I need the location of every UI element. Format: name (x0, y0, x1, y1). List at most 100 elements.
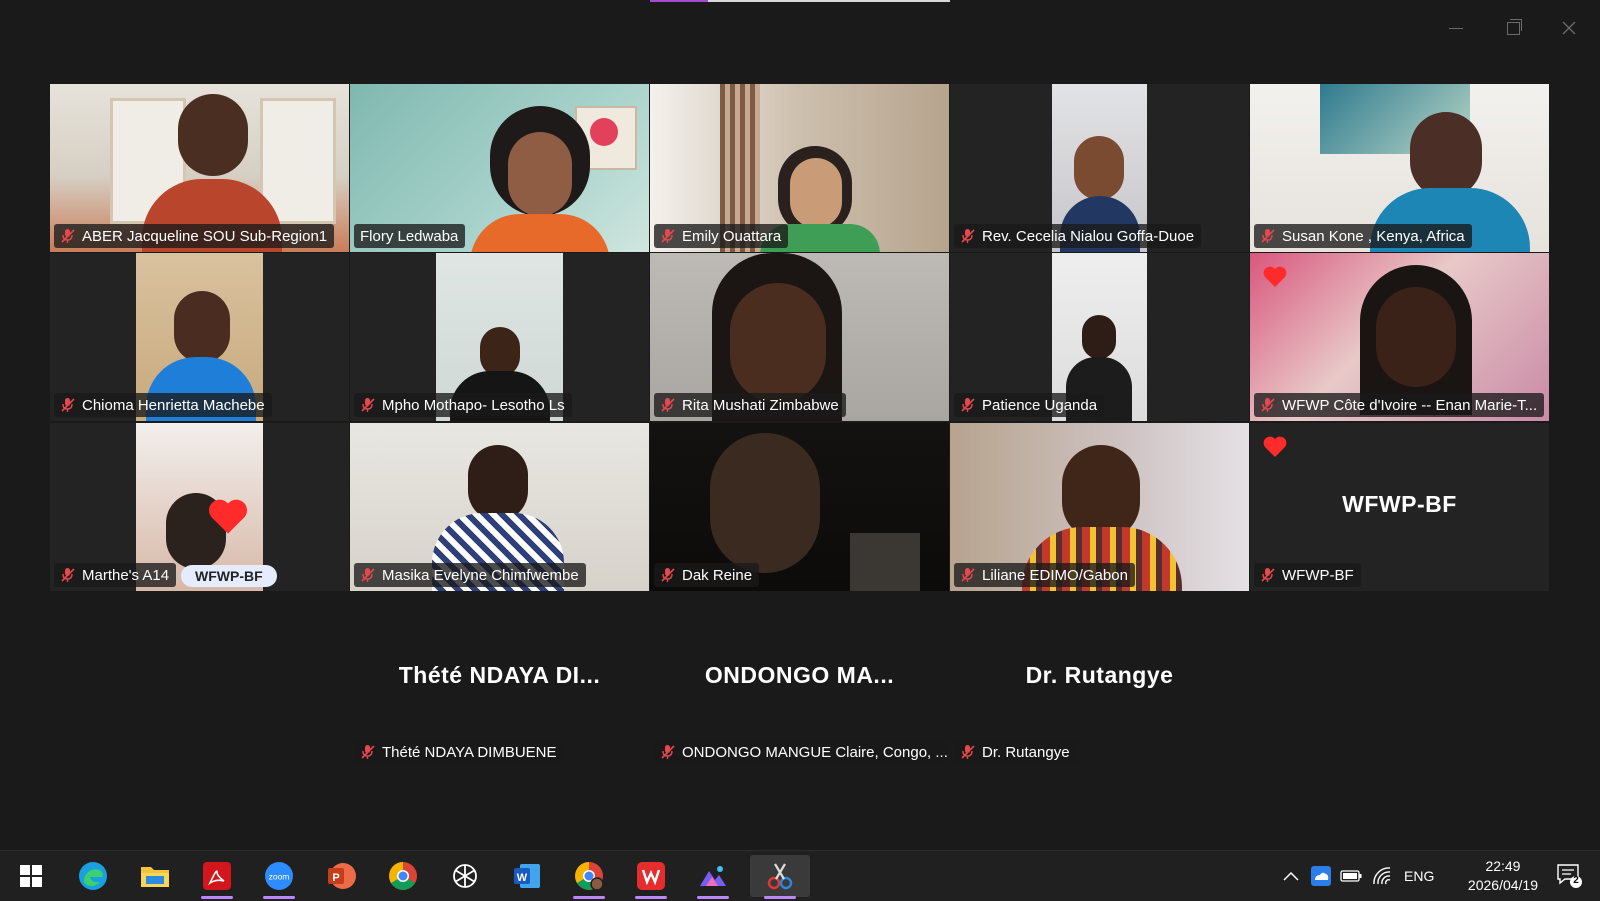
participant-tile[interactable]: ONDONGO MA... ONDONGO MANGUE Claire, Con… (650, 600, 949, 768)
participant-name-tag: Patience Uganda (954, 393, 1105, 417)
audio-only-row: Thété NDAYA DI... Thété NDAYA DIMBUENE O… (350, 600, 1250, 770)
taskbar-app-chatgpt[interactable] (440, 855, 490, 897)
taskbar-app-edge[interactable] (68, 855, 118, 897)
participant-tile[interactable]: WFWP Côte d'Ivoire -- Enan Marie-T... (1250, 253, 1549, 421)
participant-name-tag: Masika Evelyne Chimfwembe (354, 563, 586, 587)
participant-name-tag: Dr. Rutangye (954, 740, 1077, 764)
participant-tile[interactable]: Rev. Cecelia Nialou Goffa-Duoe (950, 84, 1249, 252)
chevron-up-icon (1283, 871, 1299, 881)
app-running-indicator (201, 896, 233, 899)
muted-mic-icon (61, 568, 75, 582)
participant-name-tag: Dak Reine (654, 563, 760, 587)
zoom-icon: zoom (265, 862, 293, 890)
snipping-tool-icon (767, 863, 793, 890)
minimize-button[interactable] (1440, 14, 1472, 42)
participant-name: WFWP-BF (1282, 566, 1354, 584)
participant-name-tag: Marthe's A14 (54, 563, 177, 587)
taskbar-app-file-explorer[interactable] (130, 855, 180, 897)
tray-network[interactable] (1372, 851, 1392, 901)
show-hidden-icons-button[interactable] (1283, 851, 1299, 901)
taskbar-app-snipping-tool[interactable] (750, 855, 810, 899)
participant-tile[interactable]: Liliane EDIMO/Gabon (950, 423, 1249, 591)
close-button[interactable] (1553, 14, 1585, 42)
edge-icon (79, 862, 107, 890)
participant-name: ABER Jacqueline SOU Sub-Region1 (82, 227, 328, 245)
battery-icon (1340, 870, 1362, 882)
svg-text:zoom: zoom (269, 872, 290, 882)
language-indicator[interactable]: ENG (1404, 851, 1434, 901)
participant-name: Dak Reine (682, 566, 753, 584)
muted-mic-icon (61, 229, 75, 243)
participant-name: Susan Kone , Kenya, Africa (1282, 227, 1465, 245)
participant-tile[interactable]: WFWP-BF WFWP-BF (1250, 423, 1549, 591)
participant-tile[interactable]: ABER Jacqueline SOU Sub-Region1 (50, 84, 349, 252)
taskbar-app-chrome[interactable] (378, 855, 428, 897)
participant-tile[interactable]: Marthe's A14 WFWP-BF (50, 423, 349, 591)
participant-tile-active-speaker[interactable]: Flory Ledwaba (350, 84, 649, 252)
muted-mic-icon (661, 229, 675, 243)
taskbar-app-powerpoint[interactable]: P (316, 855, 366, 897)
muted-mic-icon (661, 745, 675, 759)
gallery-grid: ABER Jacqueline SOU Sub-Region1 Flory Le… (50, 84, 1550, 592)
participant-name: Rita Mushati Zimbabwe (682, 396, 839, 414)
taskbar-clock[interactable]: 22:49 2026/04/19 (1468, 857, 1538, 895)
start-button[interactable] (6, 855, 56, 897)
participant-tile[interactable]: Rita Mushati Zimbabwe (650, 253, 949, 421)
participant-tile[interactable]: Thété NDAYA DI... Thété NDAYA DIMBUENE (350, 600, 649, 768)
heart-reaction-icon (1263, 266, 1287, 287)
cloud-sync-icon (1311, 866, 1331, 886)
participant-name-tag: Susan Kone , Kenya, Africa (1254, 224, 1472, 248)
taskbar-app-chrome-profile[interactable] (564, 855, 614, 899)
participant-tile[interactable]: Mpho Mothapo- Lesotho Ls (350, 253, 649, 421)
taskbar-app-zoom[interactable]: zoom (254, 855, 304, 899)
participant-name-tag: Flory Ledwaba (354, 224, 466, 248)
participant-display-name: WFWP-BF (1342, 491, 1457, 517)
restore-button[interactable] (1497, 14, 1529, 42)
participant-name: Flory Ledwaba (360, 227, 459, 245)
participant-display-name: Dr. Rutangye (1025, 662, 1174, 688)
participant-tile[interactable]: Susan Kone , Kenya, Africa (1250, 84, 1549, 252)
participant-tile[interactable]: Patience Uganda (950, 253, 1249, 421)
participant-tile[interactable]: Dr. Rutangye Dr. Rutangye (950, 600, 1249, 768)
participant-tile[interactable]: Dak Reine (650, 423, 949, 591)
participant-name-tag: Rita Mushati Zimbabwe (654, 393, 846, 417)
participant-badge: WFWP-BF (181, 565, 277, 587)
notification-count: 2 (1573, 875, 1579, 886)
participant-tile[interactable]: Masika Evelyne Chimfwembe (350, 423, 649, 591)
chatgpt-icon (453, 864, 477, 888)
muted-mic-icon (961, 229, 975, 243)
participant-display-name: ONDONGO MA... (704, 662, 895, 688)
share-indicator (650, 0, 950, 2)
clock-time: 22:49 (1485, 858, 1521, 874)
wifi-icon (1373, 867, 1391, 885)
muted-mic-icon (661, 568, 675, 582)
participant-tile[interactable]: Chioma Henrietta Machebe (50, 253, 349, 421)
window-title-bar (0, 0, 1600, 60)
chrome-profile-icon (575, 862, 604, 891)
taskbar-app-word[interactable]: W (502, 855, 552, 897)
participant-name: Rev. Cecelia Nialou Goffa-Duoe (982, 227, 1195, 245)
participant-name-tag: WFWP Côte d'Ivoire -- Enan Marie-T... (1254, 393, 1545, 417)
muted-mic-icon (1261, 398, 1275, 412)
folder-icon (141, 867, 169, 887)
participant-tile[interactable]: Emily Ouattara (650, 84, 949, 252)
heart-reaction-icon (208, 499, 248, 534)
taskbar-app-acrobat[interactable] (192, 855, 242, 899)
muted-mic-icon (361, 568, 375, 582)
participant-name: Marthe's A14 (82, 566, 170, 584)
tray-onedrive[interactable] (1310, 851, 1332, 901)
tray-battery[interactable] (1340, 851, 1362, 901)
restore-icon (1506, 18, 1522, 35)
participant-name: Chioma Henrietta Machebe (82, 396, 265, 414)
participant-name-tag: ABER Jacqueline SOU Sub-Region1 (54, 224, 335, 248)
participant-name: WFWP Côte d'Ivoire -- Enan Marie-T... (1282, 396, 1538, 414)
taskbar-app-photos[interactable] (688, 855, 738, 899)
participant-name: Emily Ouattara (682, 227, 782, 245)
notification-center-button[interactable]: 2 (1556, 862, 1582, 888)
muted-mic-icon (1261, 568, 1275, 582)
taskbar-app-wps-office[interactable] (626, 855, 676, 899)
muted-mic-icon (1261, 229, 1275, 243)
participant-name: Masika Evelyne Chimfwembe (382, 566, 579, 584)
participant-name: ONDONGO MANGUE Claire, Congo, ... (682, 743, 947, 761)
participant-name: Mpho Mothapo- Lesotho Ls (382, 396, 565, 414)
